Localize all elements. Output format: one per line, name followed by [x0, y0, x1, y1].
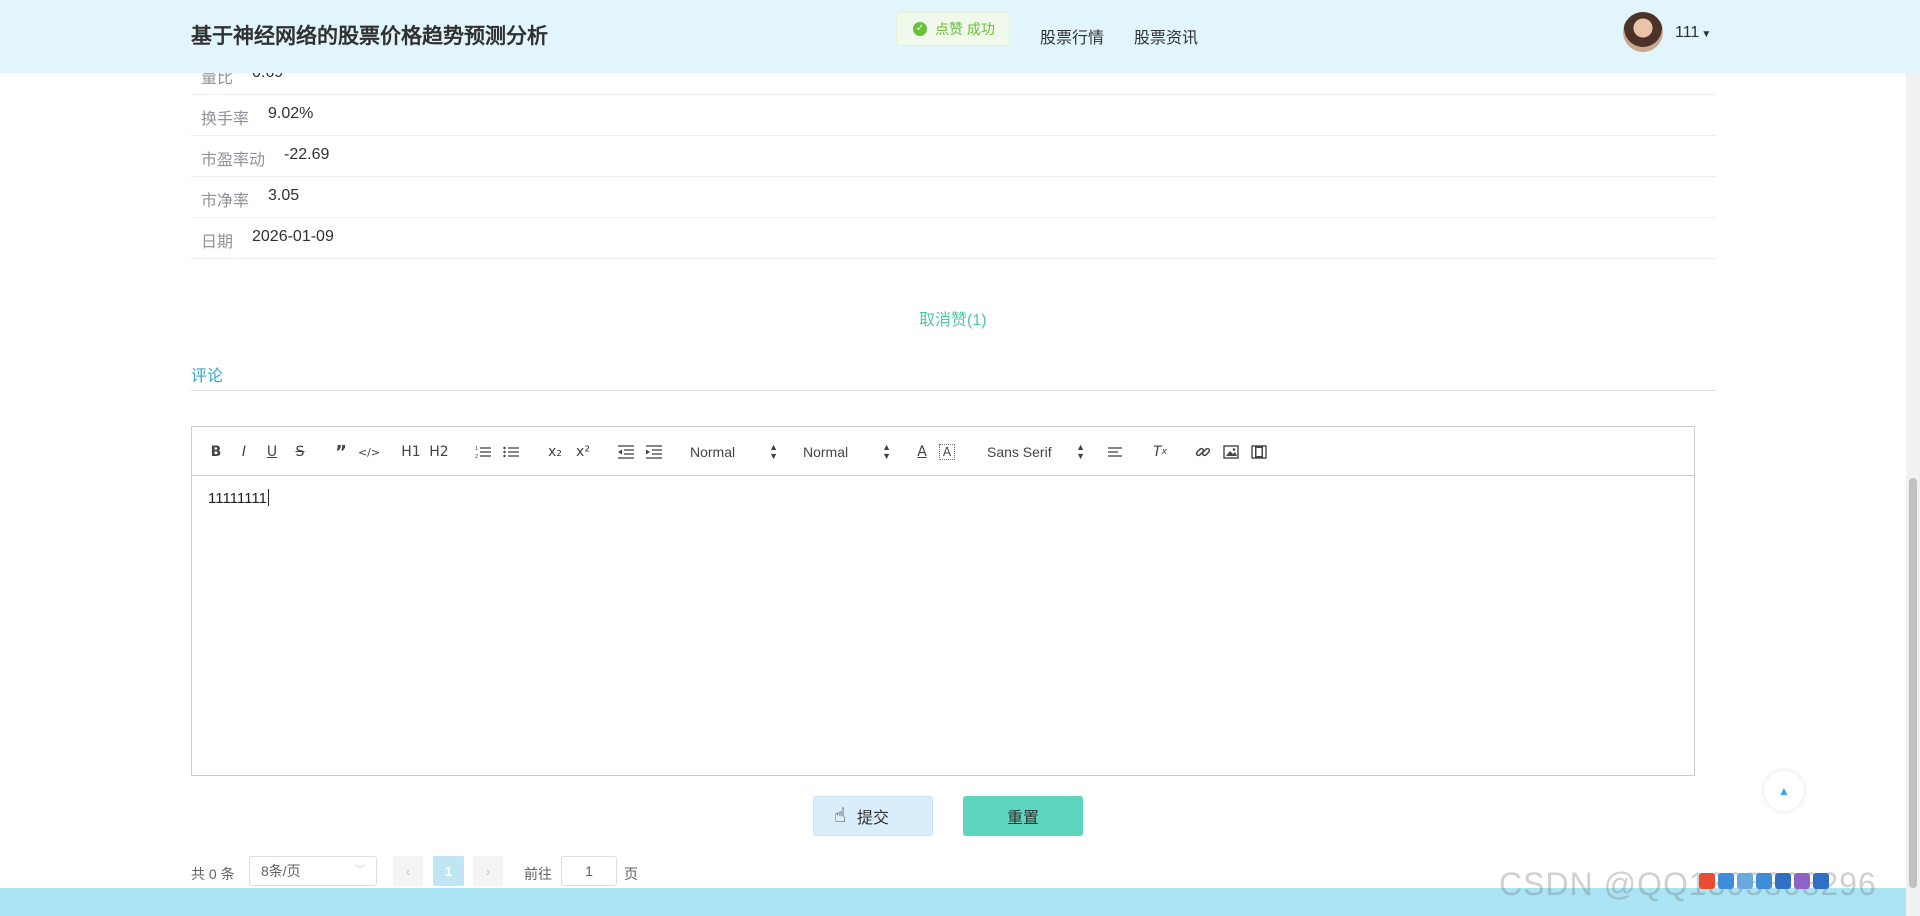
prev-page-button[interactable]: ‹: [393, 856, 423, 886]
header1-button[interactable]: H1: [400, 441, 422, 463]
editor-content[interactable]: 11111111: [208, 489, 269, 507]
info-row: 市盈率动 -22.69: [191, 136, 1716, 177]
next-page-button[interactable]: ›: [473, 856, 503, 886]
hand-pointer-icon: ☝: [834, 805, 847, 827]
size-select[interactable]: Normal ▲ ▼: [803, 441, 891, 463]
bold-button[interactable]: B: [205, 441, 227, 463]
header-select-value: Normal: [690, 444, 736, 460]
info-value: 2026-01-09: [252, 228, 334, 245]
tray-icon[interactable]: [1813, 873, 1829, 889]
sogou-ime-icon[interactable]: [1699, 873, 1715, 889]
svg-text:1: 1: [475, 446, 478, 452]
nav-stock-market[interactable]: 股票行情: [1040, 24, 1104, 48]
info-value: 9.02%: [268, 105, 314, 122]
subscript-button[interactable]: x₂: [544, 441, 566, 463]
reset-button[interactable]: 重置: [963, 796, 1083, 836]
text-cursor: [267, 489, 269, 506]
editor-text: 11111111: [208, 490, 267, 507]
check-circle-icon: ✓: [913, 22, 927, 36]
goto-page-input[interactable]: 1: [561, 856, 617, 886]
ordered-list-icon[interactable]: 12: [472, 441, 494, 463]
avatar[interactable]: [1623, 12, 1663, 52]
image-icon[interactable]: [1220, 441, 1242, 463]
info-label: 换手率: [201, 111, 250, 128]
info-label: 市净率: [201, 193, 250, 210]
success-toast: ✓ 点赞 成功: [896, 12, 1010, 46]
background-color-icon[interactable]: A: [939, 444, 955, 460]
font-select-value: Sans Serif: [987, 444, 1052, 460]
top-nav-bar: 基于神经网络的股票价格趋势预测分析 ✓ 点赞 成功 股票行情 股票资讯 111 ▼: [0, 0, 1920, 73]
tray-icon[interactable]: [1756, 873, 1772, 889]
tray-icon[interactable]: [1718, 873, 1734, 889]
updown-icon: ▲ ▼: [769, 442, 778, 461]
back-to-top-button[interactable]: ▲: [1764, 771, 1804, 811]
nav-stock-news[interactable]: 股票资讯: [1134, 24, 1198, 48]
divider: [191, 390, 1716, 391]
comment-section-title: 评论: [191, 368, 224, 385]
info-row: 市净率 3.05: [191, 177, 1716, 218]
clear-format-icon[interactable]: Tx: [1149, 441, 1171, 463]
chevron-left-icon: ‹: [405, 863, 411, 879]
caret-up-icon: ▲: [1778, 784, 1790, 798]
font-select[interactable]: Sans Serif ▲ ▼: [987, 441, 1085, 463]
user-name: 111: [1675, 24, 1700, 41]
info-row: 日期 2026-01-09: [191, 218, 1716, 259]
video-icon[interactable]: [1248, 441, 1270, 463]
chevron-right-icon: ›: [485, 863, 491, 879]
bullet-list-icon[interactable]: [500, 441, 522, 463]
page-number-current[interactable]: 1: [433, 856, 464, 886]
header2-button[interactable]: H2: [428, 441, 450, 463]
info-value: 3.05: [268, 187, 300, 204]
updown-icon: ▲ ▼: [882, 442, 891, 461]
submit-button[interactable]: 提交: [813, 796, 933, 836]
size-select-value: Normal: [803, 444, 849, 460]
user-menu[interactable]: 111 ▼: [1675, 24, 1711, 42]
goto-label: 前往: [524, 866, 552, 882]
info-value: -22.69: [284, 146, 330, 163]
pagination-total: 共 0 条: [191, 866, 235, 882]
info-label: 日期: [201, 234, 234, 251]
page-size-select[interactable]: 8条/页 ﹀: [249, 856, 377, 886]
site-title: 基于神经网络的股票价格趋势预测分析: [191, 25, 548, 48]
system-tray: [1699, 873, 1829, 889]
unlike-button[interactable]: 取消赞(1): [919, 306, 987, 330]
indent-icon[interactable]: [643, 441, 665, 463]
align-icon[interactable]: [1105, 441, 1127, 463]
underline-button[interactable]: U: [261, 441, 283, 463]
text-color-icon[interactable]: A: [911, 441, 933, 463]
info-label: 市盈率动: [201, 152, 266, 169]
link-icon[interactable]: [1192, 441, 1214, 463]
page-size-value: 8条/页: [261, 863, 301, 879]
svg-text:2: 2: [475, 454, 478, 459]
outdent-icon[interactable]: [615, 441, 637, 463]
toast-message: 点赞 成功: [935, 21, 995, 37]
blockquote-button[interactable]: ”: [330, 441, 352, 463]
caret-down-icon: ▼: [1701, 29, 1712, 40]
tray-icon[interactable]: [1794, 873, 1810, 889]
strike-button[interactable]: S: [289, 441, 311, 463]
scrollbar-thumb[interactable]: [1909, 478, 1917, 888]
tray-icon[interactable]: [1737, 873, 1753, 889]
code-block-button[interactable]: </>: [358, 441, 380, 463]
superscript-button[interactable]: x²: [572, 441, 594, 463]
rich-text-editor[interactable]: B I U S ” </> H1 H2 12 x₂ x² Normal ▲ ▼ N…: [191, 426, 1695, 776]
header-select[interactable]: Normal ▲ ▼: [690, 441, 778, 463]
info-row: 换手率 9.02%: [191, 95, 1716, 136]
italic-button[interactable]: I: [233, 441, 255, 463]
updown-icon: ▲ ▼: [1076, 442, 1085, 461]
page-unit-label: 页: [624, 866, 638, 882]
chevron-down-icon: ﹀: [355, 865, 365, 876]
tray-icon[interactable]: [1775, 873, 1791, 889]
editor-toolbar: B I U S ” </> H1 H2 12 x₂ x² Normal ▲ ▼ N…: [192, 427, 1694, 476]
